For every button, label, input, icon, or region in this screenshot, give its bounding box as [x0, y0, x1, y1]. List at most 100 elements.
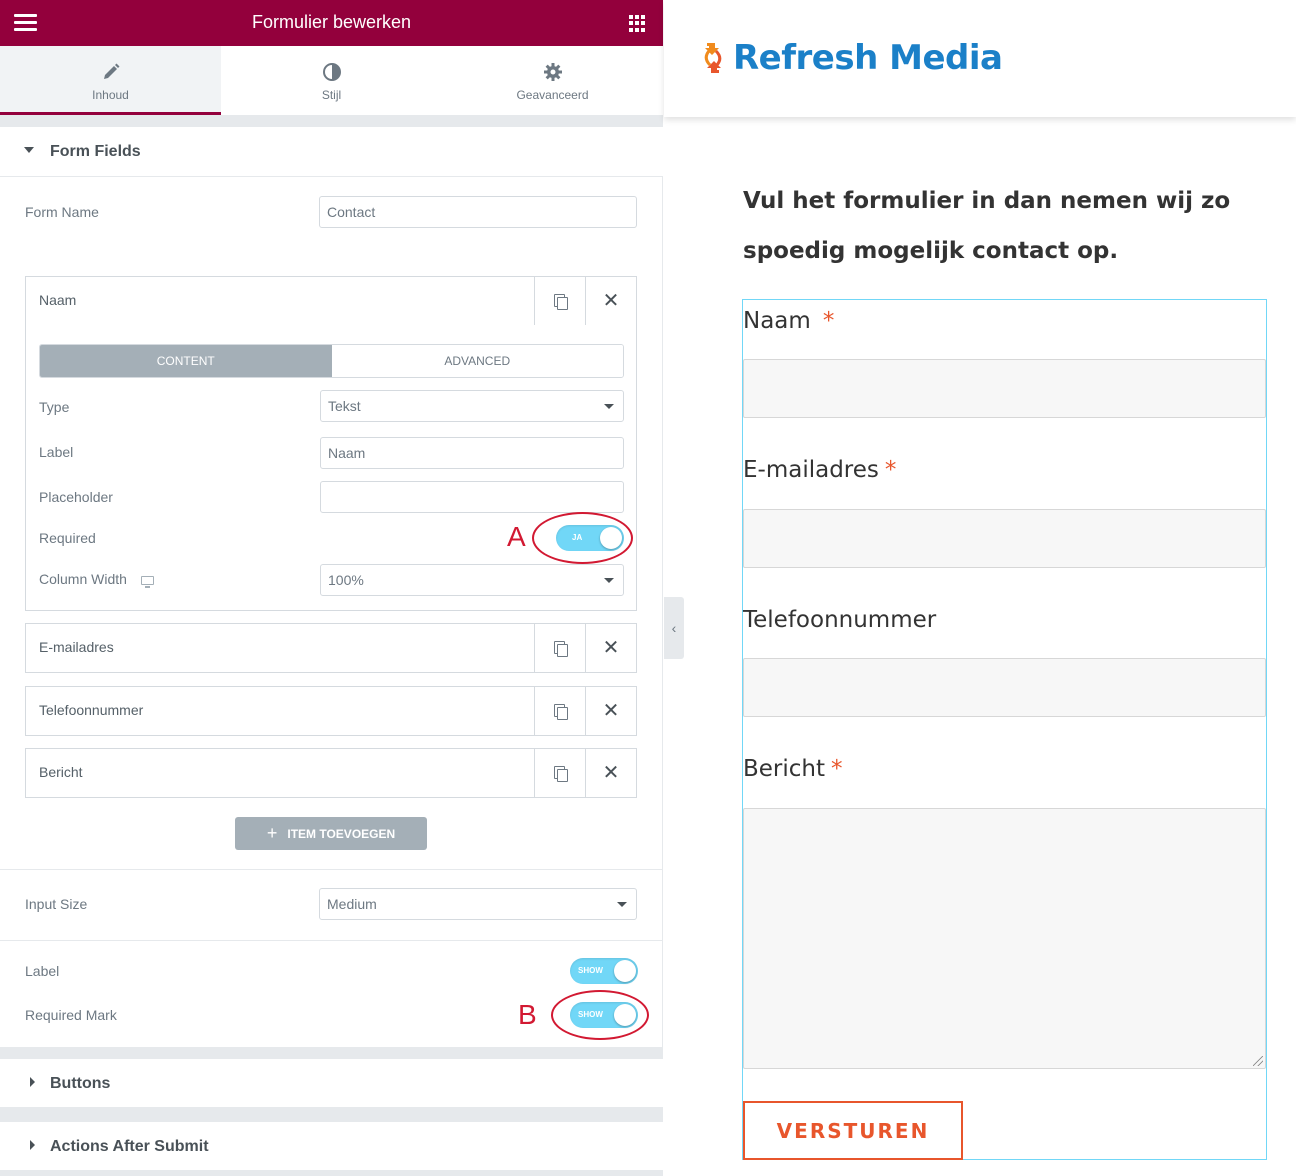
- intro-line: Vul het formulier in dan nemen wij zo: [743, 188, 1231, 214]
- section-gap: [0, 1047, 663, 1059]
- chevron-left-icon: ‹: [671, 620, 677, 636]
- add-item-button[interactable]: + ITEM TOEVOEGEN: [235, 817, 427, 850]
- toggle-text: SHOW: [578, 966, 603, 975]
- duplicate-icon: [554, 294, 568, 310]
- submit-button[interactable]: VERSTUREN: [743, 1101, 963, 1160]
- section-title: Form Fields: [50, 143, 141, 160]
- annotation-label-b: B: [518, 999, 537, 1030]
- repeater-item-naam[interactable]: Naam ✕: [25, 276, 637, 326]
- tabs-separator: [0, 115, 663, 127]
- duplicate-button[interactable]: [534, 277, 585, 325]
- field-label-text: Telefoonnummer: [743, 607, 937, 633]
- required-label: Required: [39, 530, 96, 546]
- duplicate-button[interactable]: [534, 687, 585, 735]
- contrast-icon: [322, 62, 342, 82]
- field-label-bericht: Bericht *: [743, 756, 843, 782]
- repeater-item-title: Telefoonnummer: [39, 702, 144, 718]
- tab-label: Inhoud: [92, 88, 129, 102]
- collapse-panel-button[interactable]: ‹: [664, 597, 684, 659]
- type-select-value: Tekst: [328, 398, 361, 414]
- refresh-logo-icon: [704, 43, 722, 73]
- column-width-label: Column Width: [39, 571, 154, 588]
- section-form-fields[interactable]: Form Fields: [0, 127, 663, 177]
- gear-icon: [543, 62, 563, 82]
- site-logo[interactable]: Refresh Media: [701, 38, 1003, 78]
- editor-title: Formulier bewerken: [251, 12, 412, 32]
- placeholder-input[interactable]: [320, 481, 624, 513]
- label-toggle-label: Label: [25, 963, 60, 979]
- duplicate-button[interactable]: [534, 624, 585, 672]
- caret-right-icon: [30, 1077, 35, 1087]
- type-label: Type: [39, 399, 70, 415]
- naam-input[interactable]: [743, 359, 1266, 418]
- field-label-naam: Naam *: [743, 308, 834, 334]
- section-title: Actions After Submit: [50, 1138, 209, 1155]
- divider: [0, 940, 663, 941]
- form-name-label: Form Name: [25, 204, 99, 220]
- repeater-item-bericht[interactable]: Bericht ✕: [25, 748, 637, 798]
- tab-geavanceerd[interactable]: Geavanceerd: [442, 46, 663, 115]
- section-gap: [0, 1108, 663, 1122]
- type-select[interactable]: Tekst: [320, 390, 624, 422]
- caret-down-icon: [24, 147, 34, 153]
- pencil-icon: [101, 62, 121, 82]
- annotation-circle-a: [532, 512, 633, 564]
- column-width-select[interactable]: 100%: [320, 564, 624, 596]
- input-size-label: Input Size: [25, 896, 88, 912]
- close-icon: ✕: [602, 700, 620, 722]
- label-input[interactable]: Naam: [320, 437, 624, 469]
- remove-button[interactable]: ✕: [585, 624, 636, 672]
- section-buttons[interactable]: Buttons: [0, 1059, 663, 1108]
- tab-label: Geavanceerd: [516, 88, 589, 102]
- bericht-textarea[interactable]: [743, 808, 1266, 1069]
- duplicate-button[interactable]: [534, 749, 585, 797]
- field-label-telefoonnummer: Telefoonnummer: [743, 607, 942, 633]
- section-actions-after-submit[interactable]: Actions After Submit: [0, 1122, 663, 1171]
- section-title: Buttons: [50, 1075, 111, 1092]
- repeater-item-title: E-mailadres: [39, 639, 114, 655]
- remove-button[interactable]: ✕: [585, 277, 636, 325]
- column-width-value: 100%: [328, 572, 364, 588]
- annotation-circle-b: [551, 990, 649, 1040]
- field-label-text: E-mailadres: [743, 457, 879, 483]
- toggle-knob: [614, 960, 636, 982]
- plus-icon: +: [266, 823, 278, 843]
- tab-inhoud[interactable]: Inhoud: [0, 46, 221, 115]
- remove-button[interactable]: ✕: [585, 687, 636, 735]
- editor-header: Formulier bewerken: [0, 0, 663, 46]
- field-label-text: Bericht: [743, 756, 826, 782]
- editor-tabs: Inhoud Stijl Geavanceerd: [0, 46, 663, 115]
- site-header: Refresh Media: [664, 0, 1296, 117]
- field-label-emailadres: E-mailadres *: [743, 457, 896, 483]
- field-label-text: Naam: [743, 308, 811, 334]
- label-label: Label: [39, 444, 74, 460]
- placeholder-label: Placeholder: [39, 489, 113, 505]
- duplicate-icon: [554, 704, 568, 720]
- close-icon: ✕: [602, 290, 620, 312]
- label-toggle[interactable]: SHOW: [570, 958, 638, 984]
- section-gap: [0, 1171, 663, 1176]
- widgets-grid-icon[interactable]: [629, 15, 646, 32]
- repeater-item-emailadres[interactable]: E-mailadres ✕: [25, 623, 637, 673]
- duplicate-icon: [554, 766, 568, 782]
- duplicate-icon: [554, 641, 568, 657]
- column-width-text: Column Width: [39, 571, 127, 587]
- tab-advanced[interactable]: ADVANCED: [331, 345, 623, 377]
- resize-handle-icon[interactable]: [1253, 1056, 1263, 1066]
- form-name-input[interactable]: Contact: [319, 196, 637, 228]
- form-intro-text: Vul het formulier in dan nemen wij zo sp…: [743, 176, 1243, 276]
- close-icon: ✕: [602, 762, 620, 784]
- repeater-item-telefoonnummer[interactable]: Telefoonnummer ✕: [25, 686, 637, 736]
- tab-content[interactable]: CONTENT: [40, 345, 332, 377]
- annotation-label-a: A: [507, 521, 526, 552]
- emailadres-input[interactable]: [743, 509, 1266, 568]
- add-item-label: ITEM TOEVOEGEN: [287, 826, 396, 841]
- desktop-icon[interactable]: [140, 576, 154, 588]
- remove-button[interactable]: ✕: [585, 749, 636, 797]
- logo-text: Refresh Media: [733, 38, 1003, 78]
- input-size-select[interactable]: Medium: [319, 888, 637, 920]
- telefoonnummer-input[interactable]: [743, 658, 1266, 717]
- tab-stijl[interactable]: Stijl: [221, 46, 442, 115]
- caret-right-icon: [30, 1140, 35, 1150]
- repeater-item-title: Naam: [39, 292, 77, 308]
